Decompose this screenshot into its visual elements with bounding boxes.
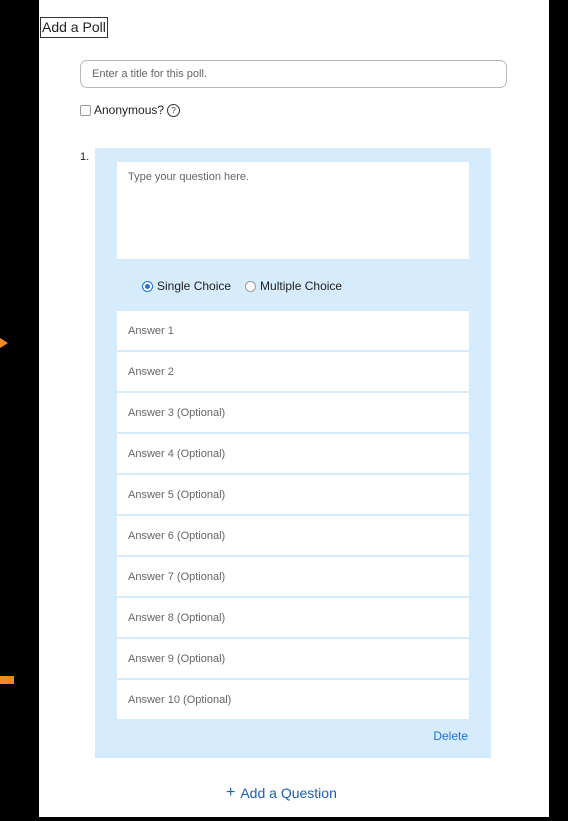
help-icon[interactable]: ? [167,103,181,117]
single-choice-label: Single Choice [157,279,232,293]
poll-dialog: Add a Poll Anonymous? ? 1. Single Choice… [39,0,549,817]
delete-question-link[interactable]: Delete [433,729,468,743]
answer-input[interactable] [117,680,469,719]
anonymous-checkbox[interactable] [80,104,91,116]
question-number: 1. [80,151,90,163]
add-question-label: Add a Question [240,785,337,801]
answer-input[interactable] [117,475,469,514]
poll-title-input[interactable] [80,60,507,88]
answer-input[interactable] [117,557,469,596]
answer-input[interactable] [117,639,469,678]
answer-input[interactable] [117,352,469,391]
multiple-choice-radio[interactable] [245,280,257,292]
multiple-choice-option[interactable]: Multiple Choice [245,279,342,293]
answer-input[interactable] [117,434,469,473]
multiple-choice-label: Multiple Choice [260,279,343,293]
question-text-input[interactable] [117,162,469,259]
answer-list [117,311,469,721]
anonymous-option: Anonymous? ? [80,103,181,117]
plus-icon: + [226,784,236,801]
answer-input[interactable] [117,598,469,637]
question-type-selector: Single Choice Multiple Choice [142,279,356,293]
annotation-arrow [0,338,8,348]
add-question-button[interactable]: + Add a Question [226,784,337,802]
anonymous-label: Anonymous? [94,103,165,117]
annotation-arrow [0,676,14,684]
answer-input[interactable] [117,516,469,555]
question-panel: Single Choice Multiple Choice Delete [95,148,491,758]
single-choice-radio[interactable] [142,280,153,292]
answer-input[interactable] [117,393,469,432]
window-title: Add a Poll [40,17,108,38]
answer-input[interactable] [117,311,469,350]
single-choice-option[interactable]: Single Choice [142,279,231,293]
